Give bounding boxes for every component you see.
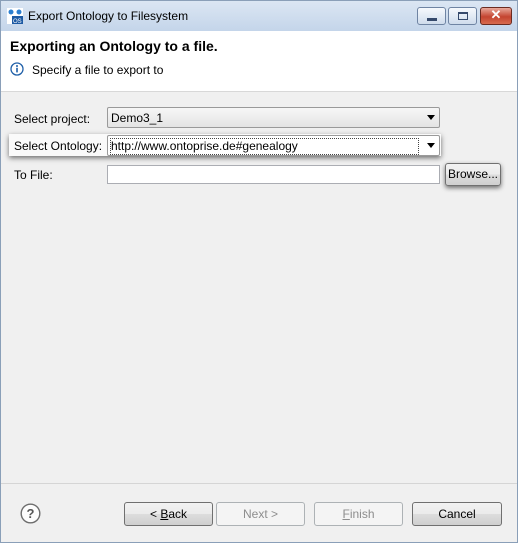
browse-button[interactable]: Browse... xyxy=(445,163,501,186)
project-label: Select project: xyxy=(14,112,91,126)
chevron-down-icon[interactable] xyxy=(427,143,435,148)
cancel-button[interactable]: Cancel xyxy=(412,502,502,526)
to-file-input[interactable] xyxy=(107,165,440,184)
maximize-icon xyxy=(458,12,468,20)
to-file-label: To File: xyxy=(14,168,53,182)
chevron-down-icon[interactable] xyxy=(427,115,435,120)
back-button[interactable]: < Back xyxy=(124,502,213,526)
finish-mnemonic: F xyxy=(342,507,350,521)
wizard-header: Exporting an Ontology to a file. Specify… xyxy=(1,31,517,92)
project-select-value: Demo3_1 xyxy=(111,111,164,125)
next-button[interactable]: Next > xyxy=(216,502,305,526)
title-bar[interactable]: OS Export Ontology to Filesystem ✕ xyxy=(1,1,517,31)
project-select[interactable]: Demo3_1 xyxy=(107,107,440,128)
help-glyph: ? xyxy=(27,506,35,521)
ontology-select[interactable]: http://www.ontoprise.de#genealogy xyxy=(107,135,440,156)
close-icon: ✕ xyxy=(490,7,502,22)
page-title: Exporting an Ontology to a file. xyxy=(10,38,218,54)
finish-rest: inish xyxy=(349,507,375,521)
help-icon[interactable]: ? xyxy=(20,503,41,524)
ontology-export-app-icon: OS xyxy=(7,8,23,24)
ontology-label: Select Ontology: xyxy=(14,139,103,153)
page-description: Specify a file to export to xyxy=(32,63,164,77)
footer-separator xyxy=(1,483,517,484)
info-icon xyxy=(10,62,24,76)
finish-button[interactable]: Finish xyxy=(314,502,403,526)
back-rest: ack xyxy=(168,507,188,521)
minimize-icon xyxy=(427,18,437,21)
export-ontology-dialog: OS Export Ontology to Filesystem ✕ Expor… xyxy=(0,0,518,543)
ontology-select-value: http://www.ontoprise.de#genealogy xyxy=(111,139,298,153)
back-prefix: < xyxy=(149,507,161,521)
close-button[interactable]: ✕ xyxy=(480,7,512,25)
svg-text:OS: OS xyxy=(13,19,22,24)
minimize-button[interactable] xyxy=(417,7,446,25)
window-title: Export Ontology to Filesystem xyxy=(28,9,189,23)
maximize-button[interactable] xyxy=(448,7,477,25)
